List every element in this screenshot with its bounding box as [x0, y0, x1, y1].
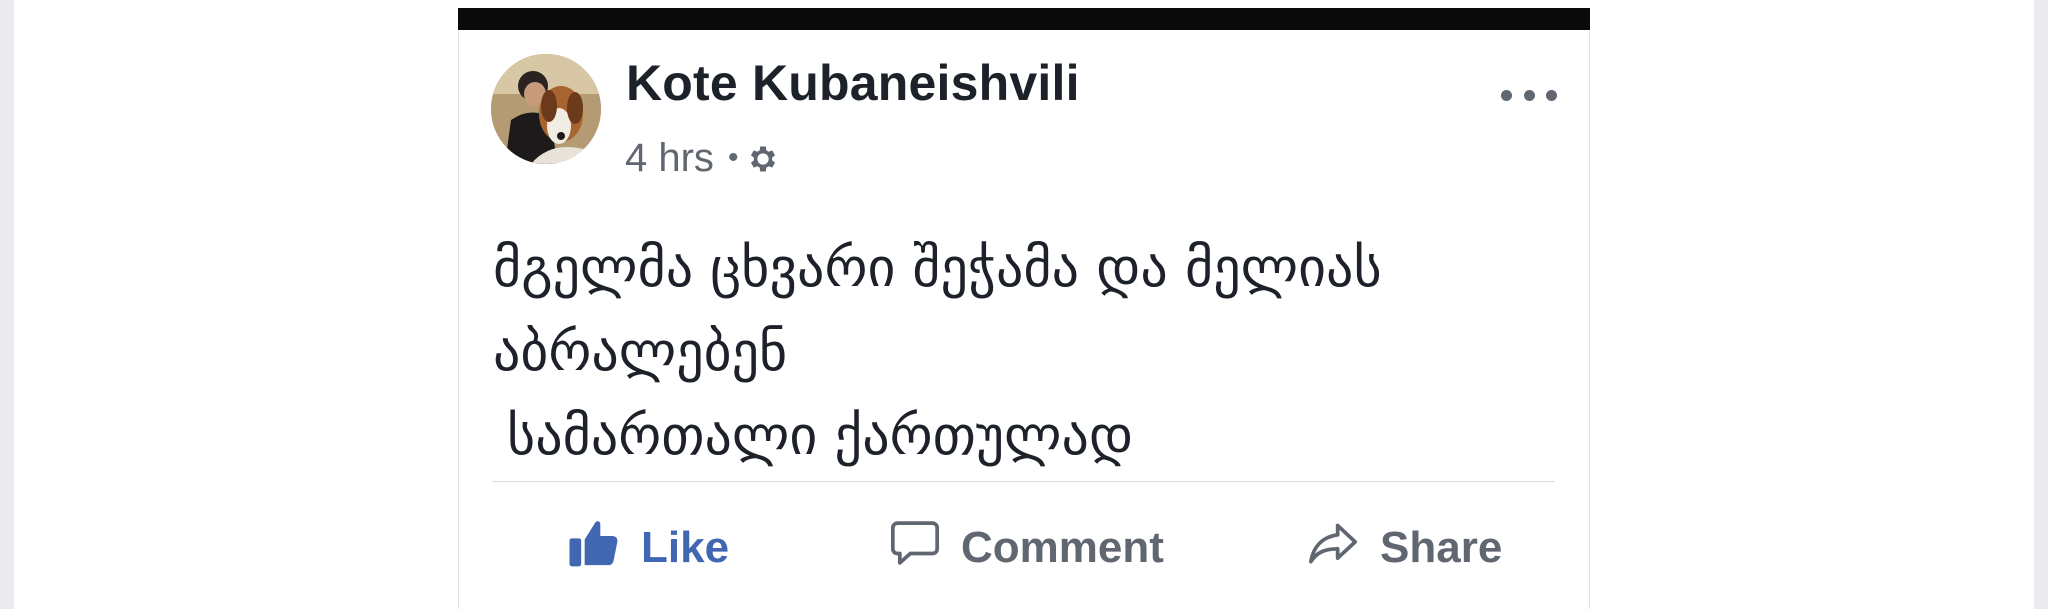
gear-icon[interactable]	[746, 141, 780, 175]
avatar-photo	[491, 54, 601, 164]
post-actions-bar: Like Comment Share	[459, 508, 1591, 588]
thumbs-up-icon	[565, 515, 623, 582]
more-dot-3	[1546, 89, 1557, 101]
top-black-strip	[458, 8, 1590, 30]
share-arrow-icon	[1304, 515, 1362, 582]
more-options-button[interactable]	[1501, 80, 1557, 110]
more-dot-2	[1523, 89, 1535, 101]
like-label: Like	[641, 523, 730, 572]
post-card: Kote Kubaneishvili 4 hrs • მგელმა ცხვარი…	[458, 30, 1590, 609]
comment-button[interactable]: Comment	[887, 508, 1164, 588]
post-text-line-2: აბრალებენ	[493, 320, 788, 383]
like-button[interactable]: Like	[565, 508, 729, 588]
post-text-line-3: სამართალი ქართულად	[507, 404, 1134, 467]
post-timestamp[interactable]: 4 hrs	[625, 136, 714, 181]
more-dots-icon	[1501, 89, 1512, 101]
post-text: მგელმა ცხვარი შეჭამა და მელიას აბრალებენ…	[493, 226, 1553, 478]
left-margin-bar	[0, 0, 14, 609]
comment-bubble-icon	[887, 515, 943, 582]
author-name[interactable]: Kote Kubaneishvili	[626, 54, 1080, 112]
meta-separator: •	[727, 141, 739, 174]
right-margin-bar	[2034, 0, 2048, 609]
avatar[interactable]	[491, 54, 601, 164]
post-text-line-1: მგელმა ცხვარი შეჭამა და მელიას	[493, 236, 1382, 299]
post-meta: 4 hrs •	[625, 128, 780, 188]
comment-label: Comment	[961, 523, 1164, 572]
share-button[interactable]: Share	[1304, 508, 1502, 588]
actions-divider	[492, 481, 1555, 482]
share-label: Share	[1380, 523, 1503, 572]
